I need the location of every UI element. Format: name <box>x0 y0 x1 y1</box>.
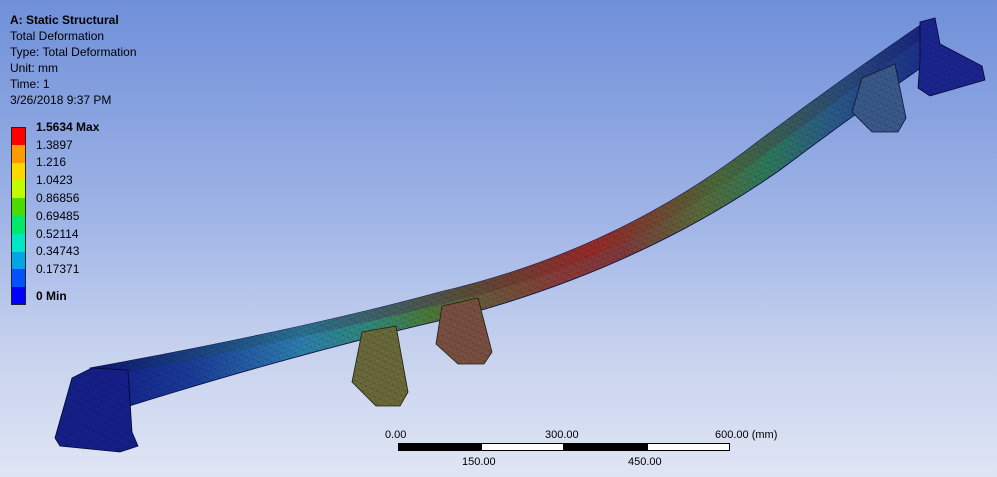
scale-bar <box>398 443 730 451</box>
scale-label-600: 600.00 (mm) <box>715 429 778 441</box>
legend-label: 0.52114 <box>36 226 79 241</box>
legend-label: 0.86856 <box>36 191 80 206</box>
legend-label: 1.5634 Max <box>36 119 100 134</box>
result-unit: Unit: mm <box>10 61 58 75</box>
analysis-title: A: Static Structural <box>10 13 119 27</box>
model-viewport[interactable] <box>0 0 997 477</box>
legend-label: 0.69485 <box>36 208 80 223</box>
legend-swatch <box>11 233 26 252</box>
beam-top-flange <box>90 22 930 378</box>
contour-legend[interactable]: 1.5634 Max 1.3897 1.216 1.0423 0.86856 0.6948… <box>11 120 99 305</box>
scale-ruler: 0.00 300.00 600.00 (mm) 150.00 450.00 <box>385 429 790 469</box>
scale-label-450: 450.00 <box>628 456 662 468</box>
legend-swatch <box>11 215 26 234</box>
result-time: Time: 1 <box>10 77 50 91</box>
scale-label-0: 0.00 <box>385 429 407 441</box>
legend-label: 0.34743 <box>36 244 80 259</box>
legend-swatch <box>11 198 26 216</box>
legend-swatch <box>11 144 26 163</box>
legend-entry: 0 Min <box>11 287 99 305</box>
result-date: 3/26/2018 9:37 PM <box>10 93 112 107</box>
legend-swatch <box>11 251 26 270</box>
scale-label-300: 300.00 <box>545 429 579 441</box>
legend-swatch <box>11 162 26 181</box>
legend-swatch <box>11 127 26 145</box>
legend-swatch <box>11 287 26 305</box>
legend-entry: 0.17371 <box>11 262 99 288</box>
legend-label: 0 Min <box>36 289 67 304</box>
legend-label: 1.3897 <box>36 137 73 152</box>
scale-label-150: 150.00 <box>462 456 496 468</box>
result-name: Total Deformation <box>10 29 105 43</box>
legend-swatch <box>11 180 26 199</box>
legend-label: 1.0423 <box>36 173 73 188</box>
legend-swatch <box>11 269 26 288</box>
result-info-panel: A: Static Structural Total Deformation T… <box>10 12 137 108</box>
result-type: Type: Total Deformation <box>10 45 137 59</box>
legend-label: 0.17371 <box>36 262 80 277</box>
legend-label: 1.216 <box>36 155 67 170</box>
